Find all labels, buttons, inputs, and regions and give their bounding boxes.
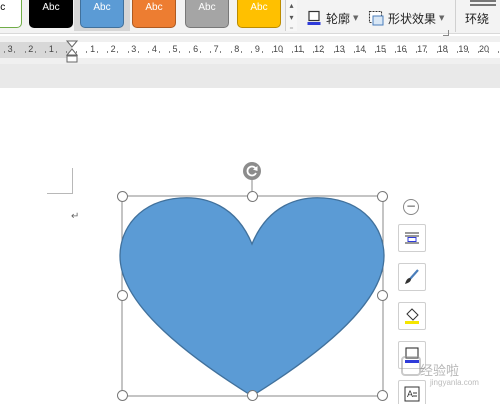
resize-handle-bottom[interactable] <box>247 390 258 401</box>
text-box-button[interactable]: A <box>398 380 426 404</box>
resize-handle-top[interactable] <box>247 191 258 202</box>
resize-handle-bottom-left[interactable] <box>117 390 128 401</box>
layout-options-button[interactable] <box>398 224 426 252</box>
collapse-toolbar-button[interactable]: − <box>403 199 419 215</box>
resize-handle-bottom-right[interactable] <box>377 390 388 401</box>
shape-fill-button[interactable] <box>398 302 426 330</box>
resize-handle-right[interactable] <box>377 290 388 301</box>
watermark-url: jingyanla.com <box>430 378 479 387</box>
resize-handle-top-right[interactable] <box>377 191 388 202</box>
rotate-handle-icon[interactable] <box>242 161 262 181</box>
resize-handle-top-left[interactable] <box>117 191 128 202</box>
brush-icon <box>405 269 419 284</box>
fill-bucket-icon <box>405 308 419 324</box>
watermark-text: 经验啦 <box>420 364 460 379</box>
text-box-icon: A <box>404 386 420 402</box>
watermark-logo <box>401 356 421 376</box>
svg-text:A: A <box>407 389 413 399</box>
layout-options-icon <box>405 232 419 244</box>
heart-shape[interactable] <box>119 197 385 397</box>
shape-style-button[interactable] <box>398 263 426 291</box>
resize-handle-left[interactable] <box>117 290 128 301</box>
